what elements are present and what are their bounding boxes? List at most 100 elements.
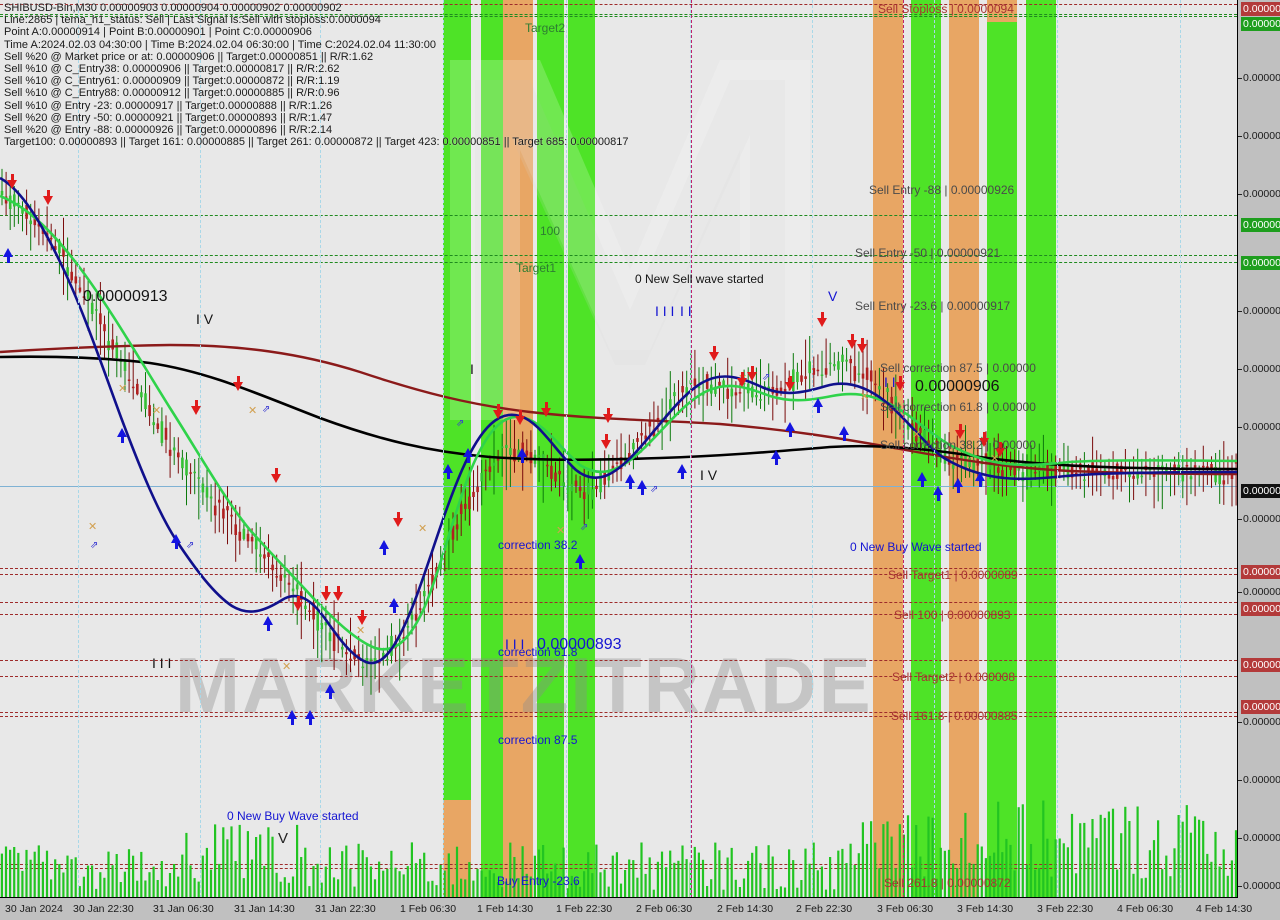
buy-arrow-20 [917,472,927,481]
buy-arrow-1 [117,428,127,437]
buy-arrow-3 [263,616,273,625]
price-label-11: 0.000009 [1238,513,1280,525]
buy-arrow-stem-12 [579,563,582,569]
annotation-sell-entry-88: Sell Entry -88 | 0.00000926 [869,183,1015,197]
price-scale[interactable]: 0.000009 0.000009 0.000009 0.000009 0.000009… [1237,0,1280,898]
annotation-sell-entry-236: Sell Entry -23.6 | 0.00000917 [855,299,1011,313]
wave-v-marker: V [278,830,289,847]
time-label-5: 1 Feb 06:30 [400,903,457,915]
price-label-12: 0.000009 [1241,565,1280,579]
buy-arrow-stem-9 [447,473,450,479]
time-label-1: 30 Jan 22:30 [73,903,134,915]
gridline-current-price [0,486,1237,487]
time-scale[interactable]: 30 Jan 2024 30 Jan 22:30 31 Jan 06:30 31 Ja… [0,899,1280,920]
sell-arrow-16 [737,378,747,387]
price-label-3: 0.000009 [1238,130,1280,142]
buy-arrow-stem-20 [921,481,924,487]
fractal-mark-4: ✕ [282,661,292,673]
info-line-2: Time A:2024.02.03 04:30:00 | Time B:2024… [4,38,436,51]
info-line-10: Target100: 0.00000893 || Target 161: 0.0… [4,136,629,149]
annotation-price-913: 0.00000913 [83,288,168,305]
annotation-sell-target1: Sell Target1 | 0.0000089 [888,568,1018,582]
price-label-9: 0.000009 [1238,421,1280,433]
wave-label-wave-v-right: V [828,288,838,304]
buy-arrow-17 [785,422,795,431]
sell-arrow-1 [43,196,53,205]
buy-arrow-15 [677,464,687,473]
annotation-target1: Target1 [516,261,557,275]
gridline-target1 [0,262,1237,263]
sell-arrow-0 [7,180,17,189]
gridline-sell-100 [0,614,1237,615]
buy-arrow-stem-23 [979,481,982,487]
sell-arrow-13 [601,440,611,449]
sell-arrow-20 [847,340,857,349]
time-label-4: 31 Jan 22:30 [315,903,376,915]
sell-arrow-15 [709,352,719,361]
time-label-7: 1 Feb 22:30 [556,903,613,915]
price-label-19: 0.000009 [1238,832,1280,844]
sell-arrow-14 [603,414,613,423]
buy-arrow-22 [953,478,963,487]
buy-arrow-13 [625,474,635,483]
buy-arrow-stem-21 [937,495,940,501]
annotation-new-buy-wave-left: 0 New Buy Wave started [227,809,359,823]
chart-plot-area[interactable]: MARKETZITRADE ✕ ✕ ✕ ✕ ✕ ✕ ✕ ✕ ✕ ✕ ✕ ✕ ⇗ ⇗ ⇗ ⇗ ⇗ ⇗ ⇗ V Sell … [0,0,1237,898]
time-label-8: 2 Feb 06:30 [636,903,693,915]
time-label-15: 4 Feb 14:30 [1196,903,1253,915]
buy-arrow-5 [305,710,315,719]
annotation-price-906: 0.00000906 [915,378,1000,395]
info-line-8: Sell %20 @ Entry -50: 0.00000921 || Targ… [4,111,333,124]
sell-arrow-2 [191,406,201,415]
sell-arrow-6 [321,592,331,601]
annotation-correction-875: correction 87.5 [498,733,578,747]
volume-histogram [0,800,1237,897]
sell-arrow-4 [271,474,281,483]
wave-label-wave-iii-left: I I I [152,655,172,671]
info-line-0: Line:2865 | tema_h1_status: Sell | Last … [4,14,381,27]
sell-arrow-17 [747,372,757,381]
buy-arrow-stem-16 [775,459,778,465]
buy-arrow-stem-10 [467,457,470,463]
buy-arrow-6 [325,684,335,693]
wave-label-wave-iii-mid: I I I [655,303,675,319]
price-label-20: 0.000009 [1238,880,1280,892]
buy-arrow-stem-7 [383,549,386,555]
price-label-16: 0.000009 [1241,700,1280,714]
annotation-new-buy-wave-right: 0 New Buy Wave started [850,540,982,554]
gridline-red-2 [0,660,1237,661]
annotation-sell-correction-618: Sell correction 61.8 | 0.00000 [880,400,1036,414]
sell-arrow-9 [393,518,403,527]
buy-arrow-stem-15 [681,473,684,479]
buy-arrow-12 [575,554,585,563]
sell-arrow-22 [895,382,905,391]
fractal-mark-1: ✕ [118,383,128,395]
time-label-9: 2 Feb 14:30 [717,903,774,915]
fractal-mark-3: ✕ [248,405,258,417]
sell-arrow-19 [817,318,827,327]
annotation-correction-382: correction 38.2 [498,538,578,552]
fractal-mark-0: ✕ [88,521,98,533]
divergence-mark-1: ⇗ [186,540,195,551]
annotation-target100: 100 [540,224,561,238]
gridline-sell-target1 [0,574,1237,575]
divergence-mark-0: ⇗ [90,540,99,551]
time-label-12: 3 Feb 14:30 [957,903,1014,915]
annotation-new-sell-wave: 0 New Sell wave started [635,272,764,286]
sell-arrow-12 [541,408,551,417]
buy-arrow-stem-1 [121,437,124,443]
price-label-18: 0.000009 [1238,774,1280,786]
fractal-mark-6: ✕ [418,523,428,535]
gridline-green-3 [0,255,1237,256]
mt4-chart-window: MARKETZITRADE ✕ ✕ ✕ ✕ ✕ ✕ ✕ ✕ ✕ ✕ ✕ ✕ ⇗ ⇗ ⇗ ⇗ ⇗ ⇗ ⇗ V Sell … [0,0,1280,920]
info-line-1: Point A:0.00000914 | Point B:0.00000901 … [4,26,312,39]
annotation-buy-entry-236: Buy Entry -23.6 [497,874,580,888]
info-line-5: Sell %10 @ C_Entry61: 0.00000909 || Targ… [4,75,340,88]
price-label-5: 0.000009 [1241,218,1280,232]
time-label-3: 31 Jan 14:30 [234,903,295,915]
divergence-mark-6: ⇗ [762,372,771,383]
buy-arrow-stem-13 [629,483,632,489]
fractal-mark-2: ✕ [152,405,162,417]
annotation-sell-1618: Sell 161.8 | 0.00000885 [891,709,1018,723]
divergence-mark-5: ⇗ [650,484,659,495]
